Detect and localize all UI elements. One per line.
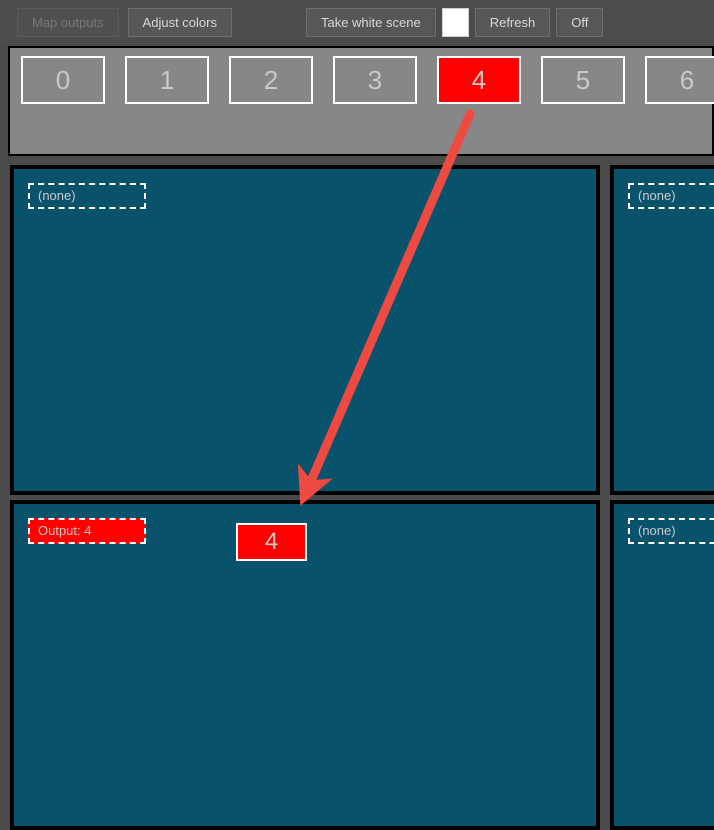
scene-tab-strip-frame: 0 1 2 3 4 5 6 (8, 46, 714, 156)
output-panel-tag[interactable]: (none) (28, 183, 146, 209)
scene-tab-1[interactable]: 1 (125, 56, 209, 104)
output-panel-canvas: Output: 4 4 (14, 504, 596, 826)
color-swatch[interactable] (441, 7, 469, 37)
scene-tab-2[interactable]: 2 (229, 56, 313, 104)
top-toolbar: Map outputs Adjust colors Take white sce… (0, 0, 714, 44)
refresh-button[interactable]: Refresh (474, 7, 551, 37)
scene-tab-strip: 0 1 2 3 4 5 6 (10, 48, 714, 154)
scene-tab-0[interactable]: 0 (21, 56, 105, 104)
output-panel-tag[interactable]: (none) (628, 518, 714, 544)
output-panel-canvas: (none) (14, 169, 596, 491)
output-panel-canvas: (none) (614, 169, 714, 491)
output-panel-canvas: (none) (614, 504, 714, 826)
output-panel-tag[interactable]: Output: 4 (28, 518, 146, 544)
scene-tab-3[interactable]: 3 (333, 56, 417, 104)
adjust-colors-button[interactable]: Adjust colors (127, 7, 232, 37)
scene-tab-4[interactable]: 4 (437, 56, 521, 104)
output-value-button[interactable]: 4 (236, 523, 307, 561)
output-panel-bottom-right[interactable]: (none) (610, 500, 714, 830)
output-panel-tag[interactable]: (none) (628, 183, 714, 209)
off-button[interactable]: Off (556, 7, 604, 37)
output-panel-top-right[interactable]: (none) (610, 165, 714, 495)
scene-tab-5[interactable]: 5 (541, 56, 625, 104)
scene-tab-6[interactable]: 6 (645, 56, 714, 104)
output-panel-bottom-left[interactable]: Output: 4 4 (10, 500, 600, 830)
output-panel-top-left[interactable]: (none) (10, 165, 600, 495)
take-white-scene-button[interactable]: Take white scene (305, 7, 436, 37)
map-outputs-button[interactable]: Map outputs (17, 7, 119, 37)
